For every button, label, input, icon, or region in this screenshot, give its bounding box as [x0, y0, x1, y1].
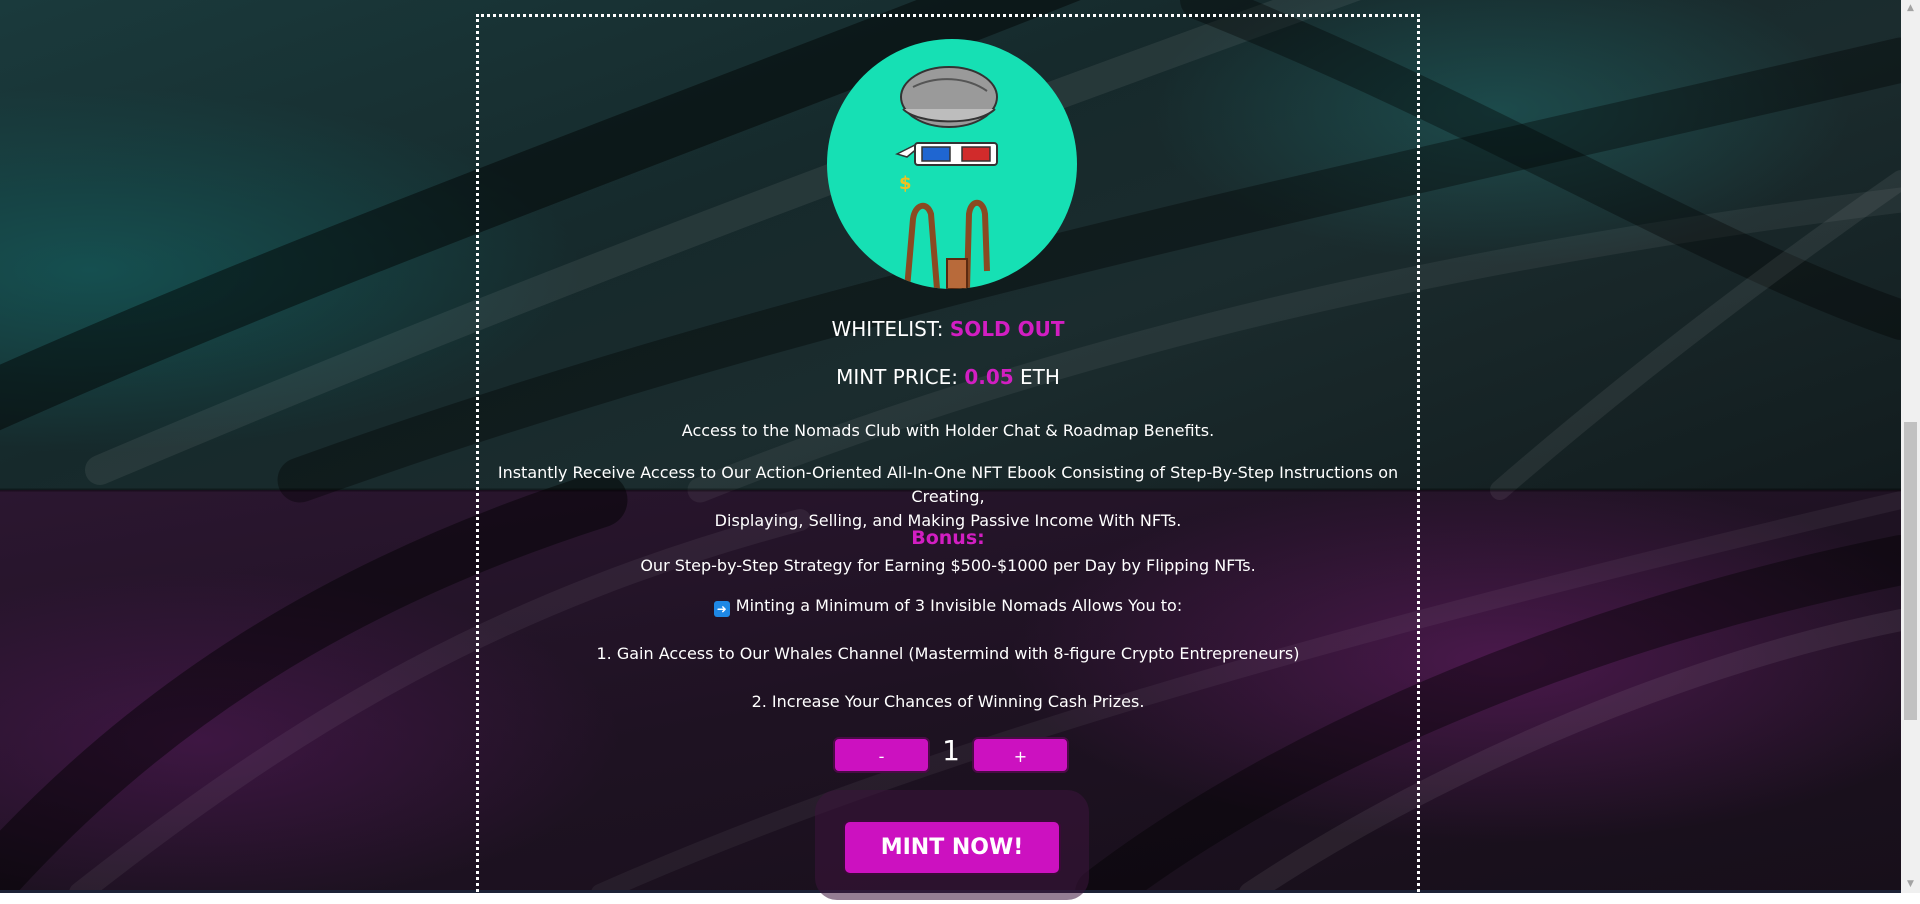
bonus-title: Bonus:	[911, 527, 985, 549]
mint-price: MINT PRICE: 0.05 ETH	[479, 365, 1417, 389]
whitelist-status: WHITELIST: SOLD OUT	[479, 317, 1417, 341]
nft-avatar-illustration: $	[827, 39, 1077, 289]
minimum-mint-text: Minting a Minimum of 3 Invisible Nomads …	[735, 596, 1183, 615]
cash-prizes-benefit: 2. Increase Your Chances of Winning Cash…	[751, 692, 1145, 711]
mint-button-container: MINT NOW!	[815, 790, 1089, 900]
decrease-quantity-button[interactable]: -	[833, 737, 930, 773]
mint-card: $ WHITELIST: SOLD OUT MINT PRICE: 0.05 E…	[476, 14, 1420, 904]
vertical-scrollbar[interactable]: ▲ ▼	[1901, 0, 1920, 893]
mint-price-label: MINT PRICE:	[836, 365, 958, 389]
whitelist-label: WHITELIST:	[831, 317, 944, 341]
whitelist-value: SOLD OUT	[949, 317, 1065, 341]
dollar-icon: $	[899, 173, 912, 194]
3d-glasses-icon	[894, 142, 998, 166]
scrollbar-thumb[interactable]	[1904, 422, 1917, 720]
scroll-up-arrow-icon[interactable]: ▲	[1901, 0, 1920, 17]
quantity-stepper: - 1 +	[833, 734, 1073, 777]
scroll-down-arrow-icon[interactable]: ▼	[1901, 876, 1920, 893]
bonus-text: Our Step-by-Step Strategy for Earning $5…	[640, 556, 1256, 575]
mint-price-value: 0.05	[964, 365, 1014, 389]
minimum-mint-info: ➜ Minting a Minimum of 3 Invisible Nomads…	[479, 596, 1417, 617]
right-arrow-icon: ➜	[713, 601, 730, 617]
benefit-ebook-line-1: Instantly Receive Access to Our Action-O…	[497, 463, 1399, 506]
increase-quantity-button[interactable]: +	[972, 737, 1069, 773]
quantity-value: 1	[942, 734, 960, 767]
mint-price-unit: ETH	[1020, 365, 1060, 389]
suspenders-icon	[904, 199, 990, 289]
benefit-club-access: Access to the Nomads Club with Holder Ch…	[681, 421, 1215, 440]
whales-channel-benefit: 1. Gain Access to Our Whales Channel (Ma…	[596, 644, 1300, 663]
mint-now-button[interactable]: MINT NOW!	[843, 820, 1061, 875]
benefit-ebook: Instantly Receive Access to Our Action-O…	[479, 461, 1417, 533]
